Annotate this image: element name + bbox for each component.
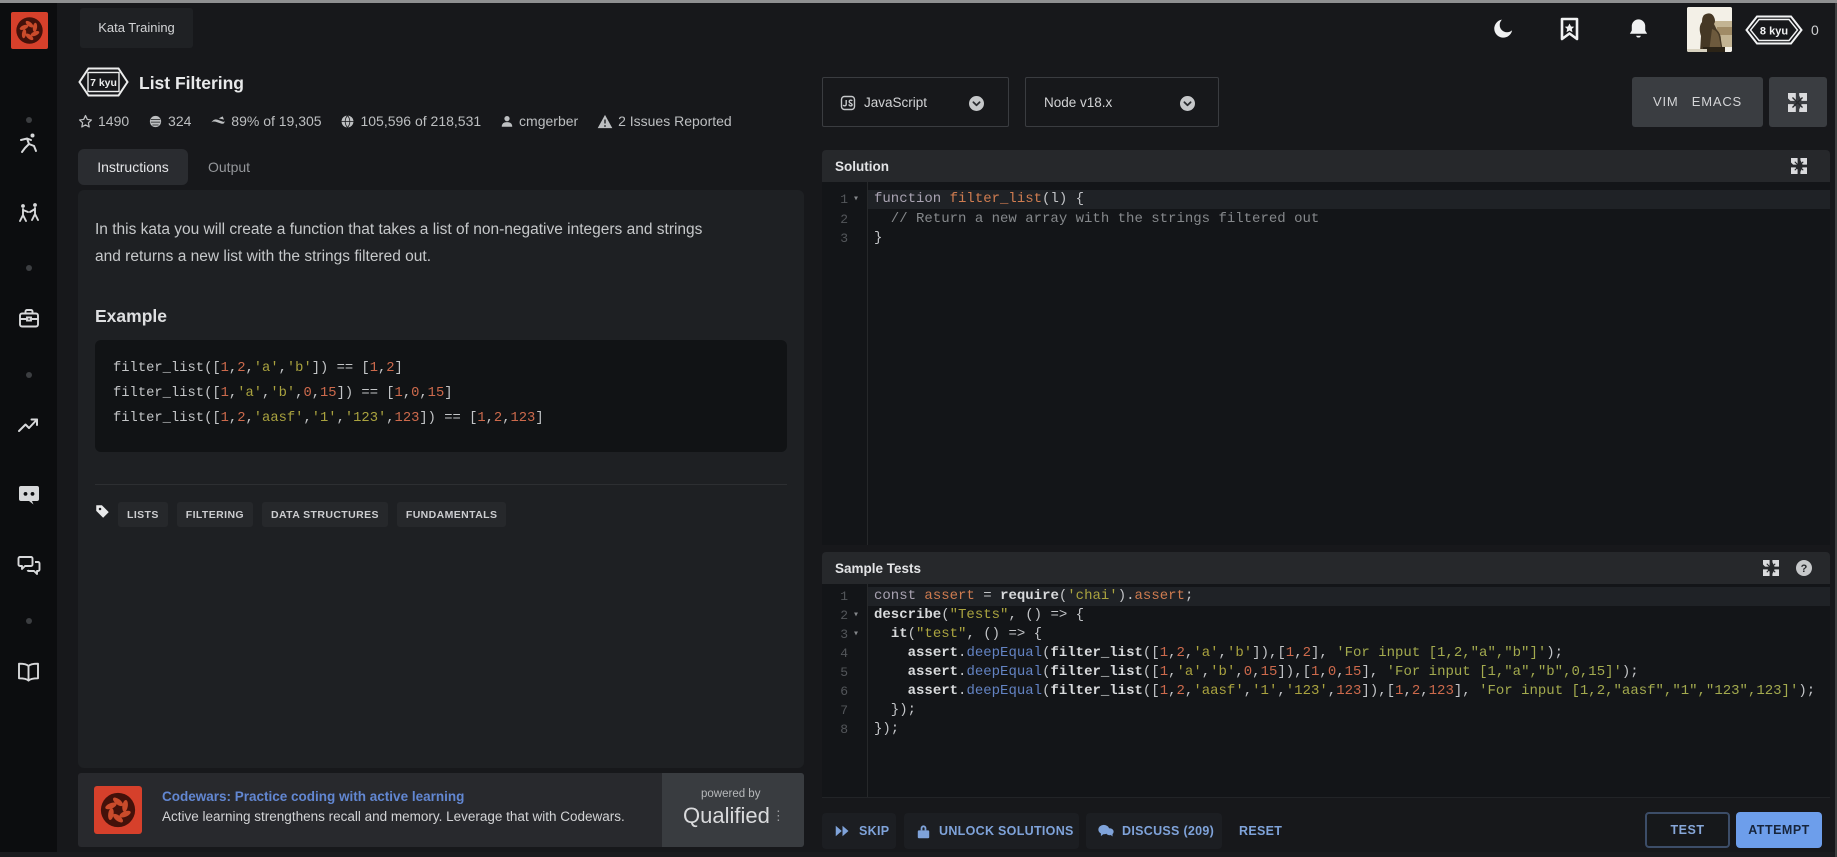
svg-text:8 kyu: 8 kyu bbox=[1760, 26, 1788, 38]
svg-text:7 kyu: 7 kyu bbox=[90, 77, 117, 89]
svg-text:?: ? bbox=[1801, 563, 1808, 575]
